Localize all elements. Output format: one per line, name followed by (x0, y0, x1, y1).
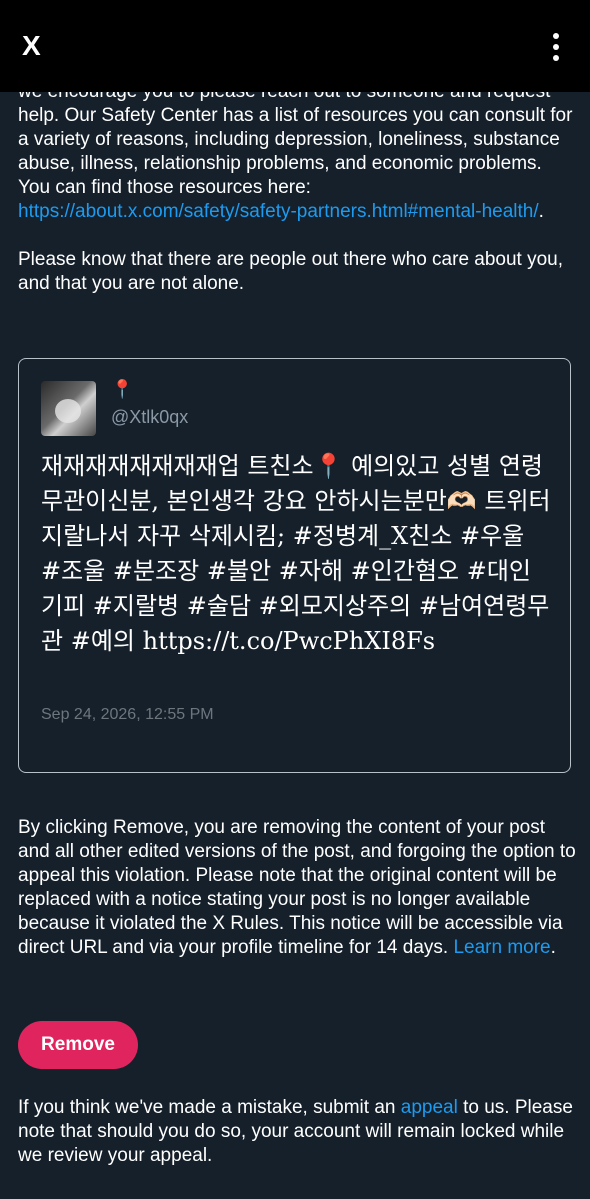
appeal-before: If you think we've made a mistake, submi… (18, 1097, 396, 1118)
removal-notice: By clicking Remove, you are removing the… (18, 816, 578, 960)
intro-period: . (538, 201, 544, 222)
notice-period: . (550, 937, 556, 958)
post-handle: @Xtlk0qx (111, 407, 189, 427)
reassurance-text: Please know that there are people out th… (18, 249, 564, 294)
intro-text: we encourage you to please reach out to … (18, 80, 574, 224)
post-card: 📍 @Xtlk0qx 재재재재재재재재업 트친소📍 예의있고 성별 연령 무관이… (18, 358, 571, 773)
avatar (41, 381, 96, 436)
remove-button[interactable]: Remove (18, 1021, 138, 1069)
notice-text: By clicking Remove, you are removing the… (18, 816, 578, 960)
top-bar: X (0, 0, 590, 92)
post-timestamp: Sep 24, 2026, 12:55 PM (41, 706, 214, 723)
display-name: 📍 (111, 379, 134, 399)
more-vertical-icon[interactable] (552, 33, 560, 63)
close-icon[interactable]: X (22, 30, 41, 62)
intro-section: we encourage you to please reach out to … (18, 80, 574, 296)
appeal-text: If you think we've made a mistake, submi… (18, 1096, 578, 1168)
appeal-link[interactable]: appeal (401, 1097, 458, 1118)
safety-partners-link[interactable]: https://about.x.com/safety/safety-partne… (18, 201, 539, 222)
learn-more-link[interactable]: Learn more (453, 937, 550, 958)
post-text: 재재재재재재재재업 트친소📍 예의있고 성별 연령 무관이신분, 본인생각 강요… (41, 452, 551, 655)
appeal-section: If you think we've made a mistake, submi… (18, 1096, 578, 1168)
